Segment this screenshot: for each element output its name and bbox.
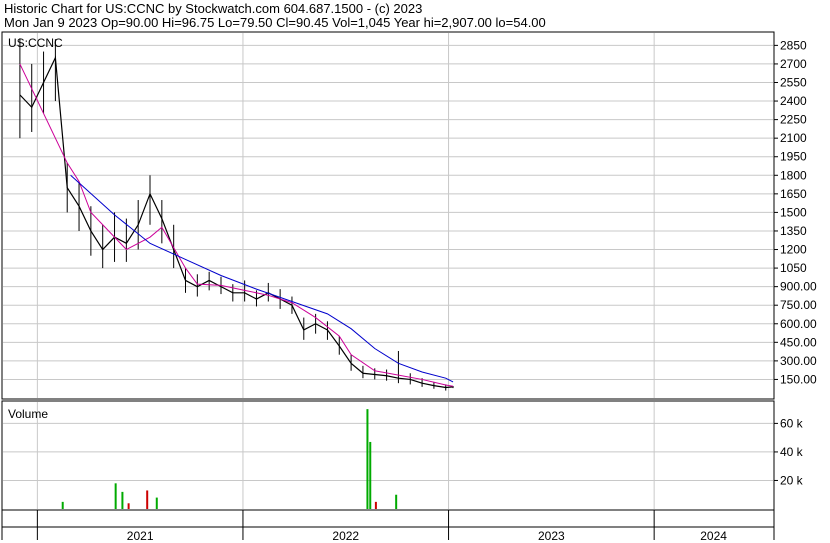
year-label: 2021 xyxy=(127,529,154,543)
price-tick-label: 1050 xyxy=(780,261,807,275)
volume-bar xyxy=(146,490,149,509)
price-tick-label: 2700 xyxy=(780,57,807,71)
year-label: 2024 xyxy=(700,529,727,543)
volume-axis: 60 k 40 k 20 k xyxy=(774,416,804,487)
price-tick-label: 1500 xyxy=(780,205,807,219)
price-tick-label: 1650 xyxy=(780,187,807,201)
short-moving-average-line xyxy=(19,63,454,387)
price-tick-label: 300.00 xyxy=(780,354,817,368)
volume-bar xyxy=(369,441,372,509)
year-label: 2023 xyxy=(538,529,565,543)
price-panel-frame xyxy=(1,31,775,400)
price-tick-label: 1200 xyxy=(780,243,807,257)
volume-tick-label: 20 k xyxy=(780,473,804,487)
volume-bars xyxy=(61,409,398,509)
price-tick-label: 900.00 xyxy=(780,280,817,294)
year-label: 2022 xyxy=(332,529,359,543)
volume-bar xyxy=(61,501,64,509)
volume-bar xyxy=(374,501,377,509)
stock-chart: 2850 2700 2550 2400 2250 2100 1950 1800 1650 1500… xyxy=(1,31,817,543)
price-tick-label: 2100 xyxy=(780,131,807,145)
price-close-line xyxy=(19,55,454,389)
volume-bar xyxy=(366,409,369,509)
volume-tick-label: 40 k xyxy=(780,445,804,459)
price-tick-label: 2550 xyxy=(780,75,807,89)
volume-tick-label: 60 k xyxy=(780,416,804,430)
volume-panel-frame xyxy=(1,400,775,511)
long-moving-average-line xyxy=(70,174,454,383)
volume-label: Volume xyxy=(8,407,48,421)
grid-lines xyxy=(3,33,773,540)
price-axis: 2850 2700 2550 2400 2250 2100 1950 1800 1650 1500… xyxy=(774,38,817,386)
price-series xyxy=(19,38,454,391)
price-tick-label: 450.00 xyxy=(780,335,817,349)
price-tick-label: 750.00 xyxy=(780,298,817,312)
symbol-label: US:CCNC xyxy=(8,36,63,50)
volume-bar xyxy=(121,491,124,509)
price-tick-label: 2250 xyxy=(780,113,807,127)
price-tick-label: 1950 xyxy=(780,150,807,164)
price-tick-label: 2400 xyxy=(780,94,807,108)
volume-bar xyxy=(114,483,117,509)
time-axis: 2021 2022 2023 2024 xyxy=(127,529,727,543)
price-tick-label: 1350 xyxy=(780,224,807,238)
volume-bar xyxy=(127,503,130,509)
price-tick-label: 1800 xyxy=(780,168,807,182)
volume-bar xyxy=(155,497,158,509)
volume-bar xyxy=(395,494,398,509)
price-tick-label: 150.00 xyxy=(780,372,817,386)
price-tick-label: 600.00 xyxy=(780,317,817,331)
price-tick-label: 2850 xyxy=(780,38,807,52)
